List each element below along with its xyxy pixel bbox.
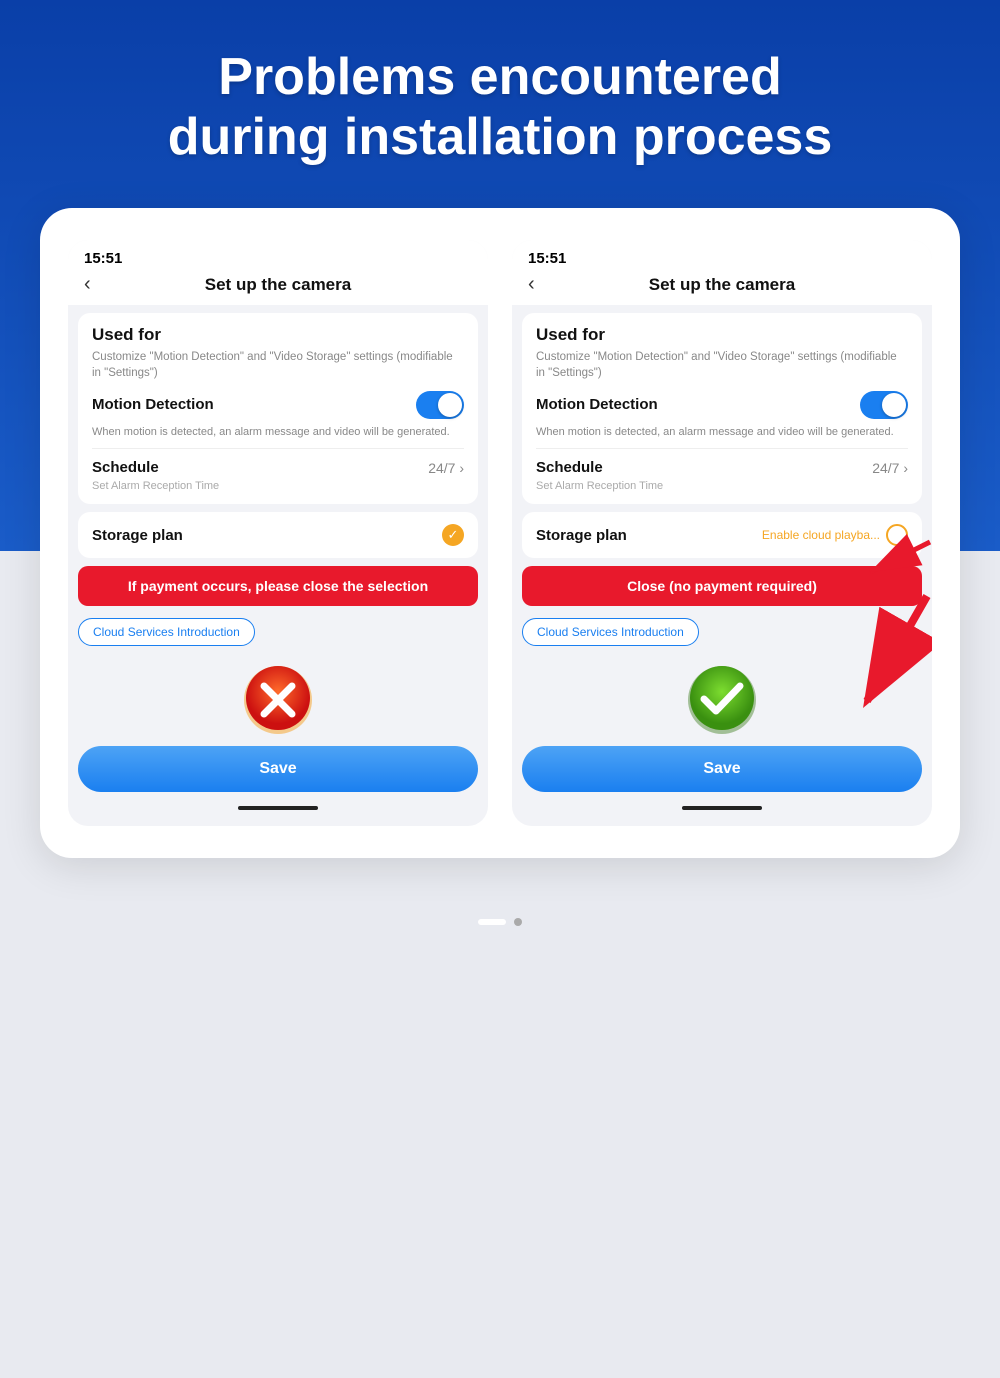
left-used-for-card: Used for Customize "Motion Detection" an… <box>78 313 478 505</box>
left-x-icon <box>242 664 314 736</box>
page-title: Problems encountered during installation… <box>60 48 940 168</box>
left-home-indicator <box>238 806 318 810</box>
left-back-button[interactable]: ‹ <box>84 273 91 296</box>
left-used-for-title: Used for <box>92 325 464 345</box>
active-dot <box>478 919 506 925</box>
left-nav-bar: ‹ Set up the camera <box>68 267 488 305</box>
right-motion-toggle[interactable] <box>860 391 908 419</box>
right-nav-title: Set up the camera <box>649 275 795 295</box>
right-home-indicator <box>682 806 762 810</box>
right-phone-panel: 15:51 ‹ Set up the camera Used for Custo… <box>512 240 932 827</box>
left-time: 15:51 <box>84 250 122 267</box>
pagination-dots <box>478 898 522 936</box>
left-schedule-label: Schedule <box>92 459 159 476</box>
right-used-for-title: Used for <box>536 325 908 345</box>
right-enable-cloud-text: Enable cloud playba... <box>762 528 880 542</box>
right-storage-label: Storage plan <box>536 527 627 544</box>
right-toggle-knob <box>882 393 906 417</box>
left-schedule-sub: Set Alarm Reception Time <box>92 480 464 492</box>
right-used-for-card: Used for Customize "Motion Detection" an… <box>522 313 922 505</box>
left-icon-area <box>68 664 488 736</box>
right-save-button[interactable]: Save <box>522 746 922 792</box>
main-card: 15:51 ‹ Set up the camera Used for Custo… <box>40 208 960 859</box>
right-schedule-label: Schedule <box>536 459 603 476</box>
left-used-for-subtitle: Customize "Motion Detection" and "Video … <box>92 349 464 381</box>
left-schedule-row[interactable]: Schedule 24/7 › <box>92 448 464 478</box>
right-time: 15:51 <box>528 250 566 267</box>
left-schedule-value: 24/7 › <box>428 460 464 476</box>
right-icon-area <box>512 664 932 736</box>
right-back-button[interactable]: ‹ <box>528 273 535 296</box>
left-phone-panel: 15:51 ‹ Set up the camera Used for Custo… <box>68 240 488 827</box>
right-used-for-subtitle: Customize "Motion Detection" and "Video … <box>536 349 908 381</box>
left-cloud-intro-btn[interactable]: Cloud Services Introduction <box>78 618 255 646</box>
left-storage-label: Storage plan <box>92 527 183 544</box>
left-motion-label: Motion Detection <box>92 396 214 413</box>
left-status-bar: 15:51 <box>68 240 488 267</box>
right-schedule-value: 24/7 › <box>872 460 908 476</box>
left-storage-card: Storage plan ✓ <box>78 512 478 558</box>
right-check-icon <box>686 664 758 736</box>
right-storage-card: Storage plan Enable cloud playba... <box>522 512 922 558</box>
right-storage-circle[interactable] <box>886 524 908 546</box>
left-storage-check-icon: ✓ <box>442 524 464 546</box>
left-toggle-knob <box>438 393 462 417</box>
left-save-button[interactable]: Save <box>78 746 478 792</box>
phones-row: 15:51 ‹ Set up the camera Used for Custo… <box>68 240 932 827</box>
right-schedule-row[interactable]: Schedule 24/7 › <box>536 448 908 478</box>
right-storage-enable: Enable cloud playba... <box>762 524 908 546</box>
page-header: Problems encountered during installation… <box>0 0 1000 208</box>
left-motion-toggle[interactable] <box>416 391 464 419</box>
right-nav-bar: ‹ Set up the camera <box>512 267 932 305</box>
left-motion-row: Motion Detection <box>92 391 464 419</box>
right-alert-banner[interactable]: Close (no payment required) <box>522 566 922 606</box>
right-status-bar: 15:51 <box>512 240 932 267</box>
right-schedule-sub: Set Alarm Reception Time <box>536 480 908 492</box>
inactive-dot <box>514 918 522 926</box>
left-nav-title: Set up the camera <box>205 275 351 295</box>
right-motion-desc: When motion is detected, an alarm messag… <box>536 425 908 440</box>
right-cloud-intro-btn[interactable]: Cloud Services Introduction <box>522 618 699 646</box>
right-motion-row: Motion Detection <box>536 391 908 419</box>
left-storage-row: Storage plan ✓ <box>92 524 464 546</box>
left-alert-banner: If payment occurs, please close the sele… <box>78 566 478 606</box>
right-storage-row: Storage plan Enable cloud playba... <box>536 524 908 546</box>
left-motion-desc: When motion is detected, an alarm messag… <box>92 425 464 440</box>
right-motion-label: Motion Detection <box>536 396 658 413</box>
